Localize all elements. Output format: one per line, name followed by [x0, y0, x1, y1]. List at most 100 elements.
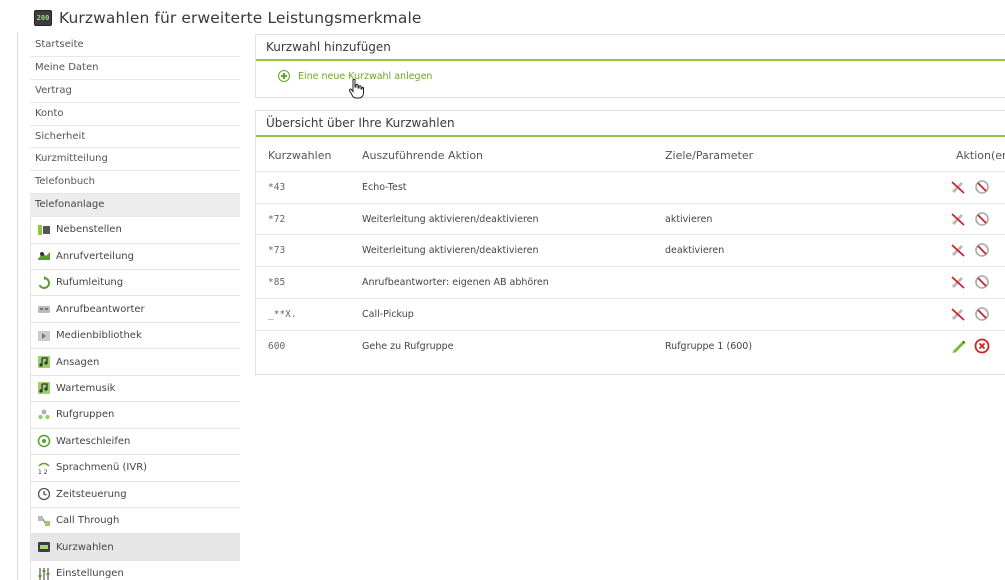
delete-disabled-icon: [974, 211, 990, 227]
ivr-icon: 1 2: [37, 461, 51, 475]
telefonanlage-submenu: Nebenstellen Anrufverteilung Rufumleitun…: [30, 217, 240, 580]
sidebar-item-label: Nebenstellen: [56, 224, 122, 236]
sidebar-item-telefonanlage[interactable]: Telefonanlage: [30, 194, 240, 218]
action-text: Call-Pickup: [362, 308, 414, 320]
sidebar-item-call-through[interactable]: Call Through: [31, 507, 240, 535]
sidebar-item-sicherheit[interactable]: Sicherheit: [30, 125, 240, 149]
speed-dial-code: 600: [268, 340, 286, 352]
add-circle-icon: [278, 70, 290, 82]
left-border: [17, 32, 18, 580]
call-distribution-icon: [37, 249, 51, 263]
sidebar-item-wartemusik[interactable]: Wartemusik: [31, 375, 240, 403]
sidebar-item-kurzmitteilung[interactable]: Kurzmitteilung: [30, 148, 240, 172]
sidebar-nav: Startseite Meine Daten Vertrag Konto Sic…: [30, 34, 240, 580]
sidebar-item-rufumleitung[interactable]: Rufumleitung: [31, 270, 240, 297]
page-header: 200 Kurzwahlen für erweiterte Leistungsm…: [34, 7, 422, 29]
parameter-text: aktivieren: [665, 213, 713, 225]
action-text: Gehe zu Rufgruppe: [362, 340, 454, 352]
panel-title: Übersicht über Ihre Kurzwahlen: [256, 111, 1005, 137]
extension-icon: [37, 223, 51, 237]
edit-disabled-icon: [950, 274, 966, 290]
edit-disabled-icon: [950, 242, 966, 258]
sidebar-item-label: Warteschleifen: [56, 435, 131, 447]
table-row: *73 Weiterleitung aktivieren/deaktiviere…: [256, 234, 1005, 267]
call-forwarding-icon: [37, 275, 51, 290]
sidebar-item-label: Zeitsteuerung: [56, 488, 127, 500]
table-row: 600 Gehe zu Rufgruppe Rufgruppe 1 (600): [256, 329, 1005, 363]
speed-dial-code: _**X.: [268, 308, 297, 320]
sidebar-item-medienbibliothek[interactable]: Medienbibliothek: [31, 322, 240, 350]
action-text: Weiterleitung aktivieren/deaktivieren: [362, 213, 539, 225]
sidebar-item-ansagen[interactable]: Ansagen: [31, 349, 240, 376]
table-row: *72 Weiterleitung aktivieren/deaktiviere…: [256, 202, 1005, 236]
sidebar-item-kurzwahlen[interactable]: Kurzwahlen: [31, 534, 240, 561]
hand-cursor-icon: [348, 79, 364, 99]
sidebar-item-startseite[interactable]: Startseite: [30, 34, 240, 57]
clock-icon: [37, 487, 51, 501]
sidebar-item-zeitsteuerung[interactable]: Zeitsteuerung: [31, 481, 240, 508]
sidebar-item-nebenstellen[interactable]: Nebenstellen: [31, 217, 240, 244]
action-text: Weiterleitung aktivieren/deaktivieren: [362, 245, 539, 257]
sidebar-item-label: Kurzwahlen: [56, 541, 114, 553]
sidebar-item-label: Anrufbeantworter: [56, 303, 145, 315]
media-library-icon: [37, 329, 51, 343]
call-group-icon: [37, 408, 51, 422]
column-header: Kurzwahlen: [268, 149, 332, 162]
sidebar-item-label: Rufgruppen: [56, 409, 115, 421]
column-header: Auszuführende Aktion: [362, 149, 484, 162]
sidebar-item-warteschleifen[interactable]: Warteschleifen: [31, 428, 240, 456]
sidebar-item-telefonbuch[interactable]: Telefonbuch: [30, 171, 240, 195]
speed-dial-code: *72: [268, 213, 286, 225]
edit-disabled-icon: [950, 179, 966, 195]
sidebar-item-label: Rufumleitung: [56, 277, 124, 289]
sidebar-item-label: Call Through: [56, 515, 120, 527]
edit-disabled-icon: [950, 211, 966, 227]
sidebar-item-label: Anrufverteilung: [56, 250, 134, 262]
add-speed-dial-panel: Kurzwahl hinzufügen Eine neue Kurzwahl a…: [255, 34, 1005, 99]
table-row: *85 Anrufbeantworter: eigenen AB abhören: [256, 266, 1005, 299]
panel-title: Kurzwahl hinzufügen: [256, 35, 1005, 61]
sidebar-item-label: Ansagen: [56, 356, 100, 368]
sidebar-item-anrufverteilung[interactable]: Anrufverteilung: [31, 243, 240, 270]
call-through-icon: [37, 514, 51, 528]
delete-disabled-icon: [974, 242, 990, 258]
column-header: Aktion(en): [956, 149, 1005, 162]
speed-dial-icon: 200: [34, 10, 52, 26]
answering-machine-icon: [37, 302, 51, 316]
delete-disabled-icon: [974, 179, 990, 195]
hold-music-icon: [37, 381, 51, 395]
sidebar-item-label: Einstellungen: [56, 568, 124, 580]
announcement-icon: [37, 355, 51, 369]
table-header: Kurzwahlen Auszuführende Aktion Ziele/Pa…: [256, 149, 1005, 171]
speed-dial-code: *85: [268, 277, 286, 289]
table-row: _**X. Call-Pickup: [256, 297, 1005, 331]
sidebar-item-vertrag[interactable]: Vertrag: [30, 79, 240, 103]
sidebar-item-konto[interactable]: Konto: [30, 102, 240, 126]
action-text: Anrufbeantworter: eigenen AB abhören: [362, 277, 549, 289]
speed-dial-code: *43: [268, 182, 286, 193]
edit-pencil-icon[interactable]: [950, 338, 966, 354]
sidebar-item-label: Medienbibliothek: [56, 330, 142, 342]
speed-dial-code: *73: [268, 245, 286, 257]
sidebar-item-sprachmenue-ivr[interactable]: 1 2 Sprachmenü (IVR): [31, 455, 240, 482]
sidebar-item-einstellungen[interactable]: Einstellungen: [31, 560, 240, 580]
sidebar-item-meine-daten[interactable]: Meine Daten: [30, 56, 240, 80]
speed-dial-icon: [37, 540, 51, 554]
delete-icon[interactable]: [974, 338, 990, 354]
table-row: *43 Echo-Test: [256, 171, 1005, 204]
parameter-text: deaktivieren: [665, 245, 725, 257]
queue-icon: [37, 434, 51, 448]
sidebar-item-anrufbeantworter[interactable]: Anrufbeantworter: [31, 296, 240, 323]
sidebar-item-label: Wartemusik: [56, 382, 116, 394]
speed-dial-overview-panel: Übersicht über Ihre Kurzwahlen Kurzwahle…: [255, 110, 1005, 375]
delete-disabled-icon: [974, 306, 990, 322]
action-text: Echo-Test: [362, 182, 407, 193]
sidebar-item-label: Sprachmenü (IVR): [56, 462, 148, 474]
add-link-label: Eine neue Kurzwahl anlegen: [298, 70, 433, 82]
edit-disabled-icon: [950, 306, 966, 322]
column-header: Ziele/Parameter: [665, 149, 754, 162]
parameter-text: Rufgruppe 1 (600): [665, 340, 753, 352]
page-title: Kurzwahlen für erweiterte Leistungsmerkm…: [59, 9, 422, 27]
sidebar-item-rufgruppen[interactable]: Rufgruppen: [31, 402, 240, 429]
svg-text:1 2: 1 2: [38, 469, 48, 475]
